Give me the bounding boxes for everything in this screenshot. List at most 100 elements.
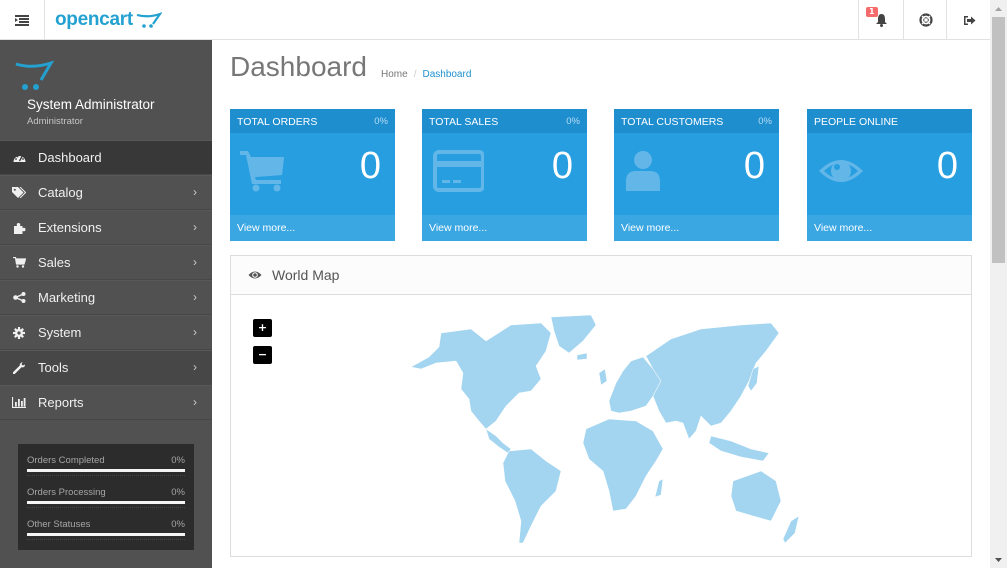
sidebar-item-sales[interactable]: Sales › <box>0 245 212 280</box>
world-map[interactable] <box>391 311 811 551</box>
menu-toggle-button[interactable] <box>0 0 45 40</box>
sidebar-item-label: Dashboard <box>38 150 102 165</box>
cog-icon <box>13 326 25 339</box>
tile-total-customers: TOTAL CUSTOMERS 0% 0 View more... <box>614 109 779 241</box>
sidebar-item-reports[interactable]: Reports › <box>0 385 212 420</box>
caret-up-icon <box>995 6 1002 11</box>
tile-title: PEOPLE ONLINE <box>814 116 899 128</box>
cart-icon <box>12 257 26 268</box>
opencart-logo[interactable]: opencart <box>55 6 162 34</box>
tile-value: 0 <box>551 145 573 187</box>
shopping-cart-icon <box>240 151 284 192</box>
stat-orders-completed: Orders Completed 0% <box>27 444 185 476</box>
logo-cart-icon <box>136 12 162 28</box>
top-header: opencart 1 <box>0 0 990 40</box>
sidebar-item-label: Catalog <box>38 185 83 200</box>
logout-button[interactable] <box>946 0 991 40</box>
scroll-thumb[interactable] <box>992 17 1005 263</box>
map-central-america <box>485 428 512 454</box>
tile-view-more-link[interactable]: View more... <box>422 215 587 241</box>
sidebar-item-system[interactable]: System › <box>0 315 212 350</box>
tile-percent: 0% <box>758 116 772 127</box>
chevron-right-icon: › <box>193 325 197 339</box>
sidebar-item-catalog[interactable]: Catalog › <box>0 175 212 210</box>
sidebar-item-label: Tools <box>38 360 69 375</box>
chevron-right-icon: › <box>193 290 197 304</box>
tile-body: 0 <box>230 133 395 215</box>
sidebar-item-label: Extensions <box>38 220 102 235</box>
stat-other-statuses: Other Statuses 0% <box>27 508 185 540</box>
world-map-header: World Map <box>231 256 971 295</box>
tile-header: TOTAL CUSTOMERS 0% <box>614 109 779 133</box>
map-north-america <box>410 322 552 430</box>
tile-title: TOTAL SALES <box>429 116 499 128</box>
scroll-down-arrow[interactable] <box>990 551 1007 568</box>
eye-icon <box>819 160 863 182</box>
sidebar: System Administrator Administrator Dashb… <box>0 40 212 568</box>
stat-value: 0% <box>171 487 185 498</box>
puzzle-icon <box>13 222 25 234</box>
sidebar-item-label: Reports <box>38 395 84 410</box>
caret-down-icon <box>995 557 1002 562</box>
stat-orders-processing: Orders Processing 0% <box>27 476 185 508</box>
tile-value: 0 <box>936 145 958 187</box>
sidebar-item-dashboard[interactable]: Dashboard <box>0 140 212 175</box>
tile-title: TOTAL ORDERS <box>237 116 318 128</box>
tile-header: TOTAL ORDERS 0% <box>230 109 395 133</box>
map-iceland <box>576 352 588 361</box>
wrench-icon <box>12 362 25 374</box>
profile-role: Administrator <box>27 116 83 127</box>
tile-value: 0 <box>743 145 765 187</box>
help-button[interactable] <box>903 0 948 40</box>
world-map-panel: World Map + − <box>230 255 972 557</box>
life-ring-icon <box>919 13 933 27</box>
dashboard-icon <box>13 155 25 162</box>
notification-badge: 1 <box>866 7 878 17</box>
sidebar-item-marketing[interactable]: Marketing › <box>0 280 212 315</box>
scroll-up-arrow[interactable] <box>990 0 1007 17</box>
menu-toggle-icon <box>15 14 29 26</box>
tile-view-more-link[interactable]: View more... <box>614 215 779 241</box>
breadcrumb-separator: / <box>413 69 417 80</box>
tile-view-more-link[interactable]: View more... <box>230 215 395 241</box>
tile-view-more-link[interactable]: View more... <box>807 215 972 241</box>
stat-value: 0% <box>171 455 185 466</box>
map-zoom-out-button[interactable]: − <box>253 346 272 364</box>
sidebar-item-extensions[interactable]: Extensions › <box>0 210 212 245</box>
opencart-cart-logo-icon <box>15 60 54 90</box>
map-uk <box>598 368 608 386</box>
breadcrumb-home-link[interactable]: Home <box>381 69 408 80</box>
map-africa <box>582 418 664 512</box>
chevron-right-icon: › <box>193 255 197 269</box>
stat-progress-bar <box>27 501 185 504</box>
tile-body: 0 <box>422 133 587 215</box>
sign-out-icon <box>963 15 975 25</box>
sidebar-item-label: System <box>38 325 82 340</box>
breadcrumb-current-link[interactable]: Dashboard <box>422 69 471 80</box>
tile-value: 0 <box>359 145 381 187</box>
tile-total-sales: TOTAL SALES 0% 0 View more... <box>422 109 587 241</box>
profile-name: System Administrator <box>27 97 155 112</box>
bar-chart-icon <box>12 397 26 408</box>
page-scrollbar[interactable] <box>990 0 1007 568</box>
chevron-right-icon: › <box>193 185 197 199</box>
tile-percent: 0% <box>374 116 388 127</box>
map-zoom-in-button[interactable]: + <box>253 319 272 337</box>
chevron-right-icon: › <box>193 360 197 374</box>
sidebar-item-label: Sales <box>38 255 71 270</box>
sidebar-item-tools[interactable]: Tools › <box>0 350 212 385</box>
stat-value: 0% <box>171 519 185 530</box>
tile-percent: 0% <box>566 116 580 127</box>
user-profile: System Administrator Administrator <box>0 40 212 140</box>
map-asia <box>645 322 780 440</box>
tile-body: 0 <box>614 133 779 215</box>
tile-body: 0 <box>807 133 972 215</box>
notifications-button[interactable]: 1 <box>858 0 903 40</box>
eye-icon <box>248 271 262 279</box>
stat-label: Orders Processing <box>27 487 106 498</box>
tile-header: TOTAL SALES 0% <box>422 109 587 133</box>
page-title: Dashboard <box>230 51 367 82</box>
main-content: Dashboard Home / Dashboard TOTAL ORDERS 0% … <box>212 40 990 568</box>
share-icon <box>12 292 25 303</box>
map-madagascar <box>654 478 664 498</box>
